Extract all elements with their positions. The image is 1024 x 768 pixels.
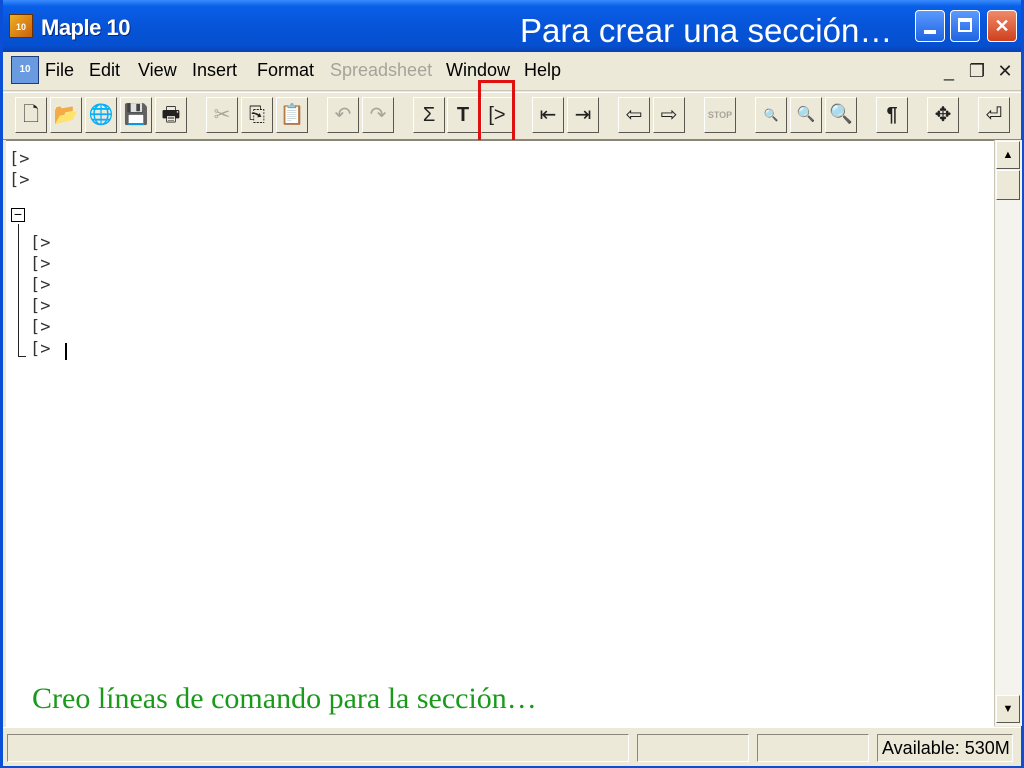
insert-execution-group-button[interactable]: [>: [481, 97, 513, 133]
print-button[interactable]: 🖶: [155, 97, 187, 133]
menu-window[interactable]: Window: [446, 60, 510, 81]
section-bracket: [18, 224, 26, 357]
arrow-down-icon: ▼: [1002, 703, 1014, 715]
slide-caption: Para crear una sección…: [520, 12, 893, 49]
maple-window: 10 Maple 10 Para crear una sección… ✕ 10…: [0, 0, 1024, 768]
close-button[interactable]: ✕: [987, 10, 1017, 42]
menu-format[interactable]: Format: [257, 60, 314, 81]
save-button[interactable]: 💾: [120, 97, 152, 133]
section-collapse-toggle[interactable]: −: [11, 207, 25, 222]
minimize-button[interactable]: [915, 10, 945, 42]
maple-app-icon[interactable]: 10: [9, 14, 33, 38]
zoom-medium-button[interactable]: 🔍: [790, 97, 822, 133]
menu-insert[interactable]: Insert: [192, 60, 237, 81]
command-prompt[interactable]: [>: [30, 339, 50, 360]
scroll-down-button[interactable]: ▼: [996, 695, 1020, 723]
scroll-thumb[interactable]: [996, 170, 1020, 200]
maximize-button[interactable]: [950, 10, 980, 42]
copy-button[interactable]: ⎘: [241, 97, 273, 133]
document-icon[interactable]: 10: [11, 56, 39, 84]
command-prompt[interactable]: [>: [9, 170, 29, 191]
minimize-icon: [924, 30, 936, 34]
zoom-small-button[interactable]: 🔍: [755, 97, 787, 133]
menu-help[interactable]: Help: [524, 60, 561, 81]
menu-view[interactable]: View: [138, 60, 177, 81]
vertical-scrollbar[interactable]: ▲ ▼: [994, 140, 1022, 726]
redo-button[interactable]: ↷: [362, 97, 394, 133]
maximize-icon: [958, 18, 972, 32]
menu-bar: 10 File Edit View Insert Format Spreadsh…: [3, 52, 1021, 91]
close-icon: ✕: [994, 16, 1010, 36]
indent-section-button[interactable]: ⇥: [567, 97, 599, 133]
open-button[interactable]: 📂: [50, 97, 82, 133]
show-paragraph-button[interactable]: ¶: [876, 97, 908, 133]
memory-status: Available: 530M: [877, 734, 1013, 762]
restart-button[interactable]: ⏎: [978, 97, 1010, 133]
command-prompt[interactable]: [>: [30, 275, 50, 296]
status-bar: Available: 530M: [3, 727, 1021, 766]
command-prompt[interactable]: [>: [30, 254, 50, 275]
toolbar: 🗋 📂 🌐 💾 🖶 ✂ ⎘ 📋 ↶ ↷ Σ T [> ⇤ ⇥ ⇦ ⇨ STOP …: [3, 92, 1021, 140]
insert-math-button[interactable]: Σ: [413, 97, 445, 133]
zoom-large-button[interactable]: 🔍: [825, 97, 857, 133]
paste-button[interactable]: 📋: [276, 97, 308, 133]
scroll-up-button[interactable]: ▲: [996, 141, 1020, 169]
menu-file[interactable]: File: [45, 60, 74, 81]
undo-button[interactable]: ↶: [327, 97, 359, 133]
command-prompt[interactable]: [>: [9, 149, 29, 170]
menu-spreadsheet: Spreadsheet: [330, 60, 433, 80]
command-prompt[interactable]: [>: [30, 317, 50, 338]
command-prompt[interactable]: [>: [30, 233, 50, 254]
command-prompt[interactable]: [>: [30, 296, 50, 317]
expand-sections-button[interactable]: ✥: [927, 97, 959, 133]
doc-close-button[interactable]: ✕: [993, 58, 1017, 84]
cut-button[interactable]: ✂: [206, 97, 238, 133]
annotation-caption: Creo líneas de comando para la sección…: [32, 682, 537, 715]
status-message-pane: [7, 734, 629, 762]
doc-restore-button[interactable]: ❐: [965, 58, 989, 84]
insert-text-button[interactable]: T: [447, 97, 479, 133]
back-button[interactable]: ⇦: [618, 97, 650, 133]
status-pane-time: [637, 734, 749, 762]
arrow-up-icon: ▲: [1002, 149, 1014, 161]
forward-button[interactable]: ⇨: [653, 97, 685, 133]
doc-minimize-button[interactable]: _: [937, 58, 961, 84]
stop-button[interactable]: STOP: [704, 97, 736, 133]
status-pane-bytes: [757, 734, 869, 762]
worksheet-area[interactable]: [> [> − [> [> [> [> [> [> Creo líneas de…: [6, 140, 994, 727]
app-title: Maple 10: [41, 15, 130, 40]
new-document-button[interactable]: 🗋: [15, 97, 47, 133]
outdent-section-button[interactable]: ⇤: [532, 97, 564, 133]
open-url-button[interactable]: 🌐: [85, 97, 117, 133]
title-bar[interactable]: 10 Maple 10 Para crear una sección… ✕: [3, 0, 1021, 52]
menu-edit[interactable]: Edit: [89, 60, 120, 81]
text-cursor: [65, 343, 67, 360]
